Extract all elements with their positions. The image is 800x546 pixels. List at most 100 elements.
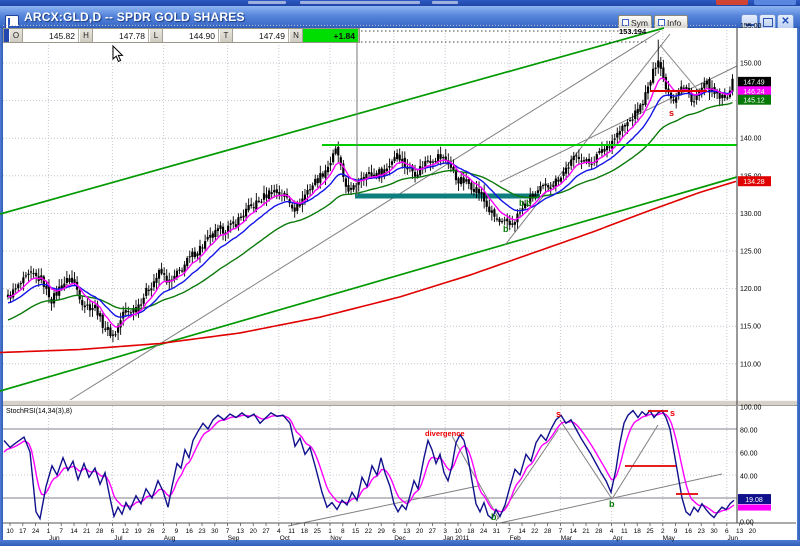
svg-text:Oct: Oct [280, 535, 290, 542]
svg-text:153.194: 153.194 [619, 27, 647, 36]
svg-text:b: b [503, 224, 509, 234]
svg-text:23: 23 [198, 528, 206, 535]
svg-text:1: 1 [47, 528, 51, 535]
svg-text:30: 30 [710, 528, 718, 535]
svg-text:10: 10 [6, 528, 14, 535]
quote-field-label: L [149, 29, 163, 42]
svg-text:28: 28 [595, 528, 603, 535]
quote-field-value: 147.78 [93, 29, 149, 42]
svg-text:Sep: Sep [228, 535, 240, 542]
svg-text:24: 24 [32, 528, 40, 535]
mouse-cursor [112, 45, 126, 63]
date-axis-layer[interactable]: 1017241Jun71421286Jul1219262Aug91623307S… [6, 523, 756, 542]
svg-text:4: 4 [610, 528, 614, 535]
svg-text:11: 11 [288, 528, 295, 535]
svg-text:147.49: 147.49 [743, 80, 765, 87]
svg-text:30: 30 [211, 528, 219, 535]
svg-text:20: 20 [250, 528, 258, 535]
quote-field-label: N [289, 29, 303, 42]
svg-text:31: 31 [493, 528, 501, 535]
grid-layer [3, 25, 737, 523]
svg-text:Aug: Aug [164, 535, 176, 542]
quote-field-value: 144.90 [163, 29, 219, 42]
svg-text:28: 28 [96, 528, 104, 535]
svg-text:21: 21 [83, 528, 91, 535]
svg-text:Jan 2011: Jan 2011 [443, 535, 470, 542]
quote-field-label: H [79, 29, 93, 42]
svg-text:13: 13 [403, 528, 411, 535]
svg-text:150.00: 150.00 [740, 61, 762, 68]
svg-text:18: 18 [301, 528, 309, 535]
svg-text:b: b [519, 198, 525, 208]
svg-text:26: 26 [147, 528, 155, 535]
quote-field-label: T [219, 29, 233, 42]
hlines-layer[interactable] [322, 91, 737, 145]
svg-text:divergence: divergence [425, 429, 465, 438]
svg-text:10: 10 [454, 528, 462, 535]
svg-text:13: 13 [237, 528, 245, 535]
chart-canvas[interactable]: 153.194bbbsssbbdivergenceStochRSI(14,34(… [0, 0, 800, 546]
svg-text:12: 12 [122, 528, 130, 535]
quote-bar: O145.82H147.78L144.90T147.49N+1.84 [3, 28, 360, 43]
candles-layer [7, 40, 734, 342]
svg-text:Apr: Apr [613, 535, 624, 542]
svg-text:115.00: 115.00 [740, 324, 761, 331]
svg-text:Jun: Jun [49, 535, 60, 542]
svg-text:b: b [526, 198, 532, 208]
svg-text:125.00: 125.00 [740, 249, 762, 256]
svg-text:15: 15 [352, 528, 360, 535]
svg-text:22: 22 [365, 528, 373, 535]
svg-text:b: b [609, 499, 615, 509]
measurement-layer[interactable]: 153.194 [357, 27, 649, 196]
trendlines-layer[interactable] [0, 28, 737, 400]
svg-text:2: 2 [661, 528, 665, 535]
svg-text:24: 24 [480, 528, 488, 535]
svg-text:25: 25 [646, 528, 654, 535]
svg-text:21: 21 [582, 528, 590, 535]
svg-text:Dec: Dec [394, 535, 406, 542]
svg-text:155.00: 155.00 [740, 23, 762, 30]
svg-text:9: 9 [175, 528, 179, 535]
svg-text:18: 18 [467, 528, 475, 535]
quote-field-value: 145.82 [23, 29, 79, 42]
svg-text:May: May [663, 535, 676, 542]
svg-text:6: 6 [725, 528, 729, 535]
svg-text:7: 7 [507, 528, 511, 535]
svg-text:6: 6 [111, 528, 115, 535]
svg-text:3: 3 [443, 528, 447, 535]
svg-text:14: 14 [70, 528, 78, 535]
svg-text:27: 27 [262, 528, 270, 535]
svg-text:110.00: 110.00 [740, 361, 761, 368]
svg-text:7: 7 [226, 528, 230, 535]
svg-text:14: 14 [518, 528, 526, 535]
svg-text:16: 16 [186, 528, 194, 535]
quote-field-label: O [9, 29, 23, 42]
svg-text:7: 7 [559, 528, 563, 535]
svg-text:1: 1 [328, 528, 332, 535]
svg-text:Nov: Nov [330, 535, 342, 542]
svg-text:Mar: Mar [561, 535, 573, 542]
svg-text:4: 4 [277, 528, 281, 535]
svg-text:22: 22 [531, 528, 539, 535]
svg-text:20: 20 [749, 528, 757, 535]
svg-text:s: s [556, 409, 561, 419]
svg-text:9: 9 [674, 528, 678, 535]
svg-text:134.28: 134.28 [743, 179, 765, 186]
svg-text:14: 14 [570, 528, 578, 535]
svg-text:20: 20 [416, 528, 424, 535]
svg-text:28: 28 [544, 528, 552, 535]
svg-text:0.00: 0.00 [740, 520, 754, 527]
svg-text:8: 8 [341, 528, 345, 535]
svg-text:29: 29 [378, 528, 386, 535]
svg-text:27: 27 [429, 528, 437, 535]
svg-text:19: 19 [134, 528, 142, 535]
indicator-label: StochRSI(14,34(3),8) [6, 408, 72, 415]
svg-text:s: s [669, 108, 674, 118]
svg-text:140.00: 140.00 [740, 136, 762, 143]
svg-text:Jun: Jun [728, 535, 739, 542]
svg-text:80.00: 80.00 [740, 428, 758, 435]
svg-text:7: 7 [59, 528, 63, 535]
svg-text:s: s [670, 408, 675, 418]
svg-text:11: 11 [621, 528, 628, 535]
indicator-layer: ssbbdivergenceStochRSI(14,34(3),8) [3, 408, 737, 526]
